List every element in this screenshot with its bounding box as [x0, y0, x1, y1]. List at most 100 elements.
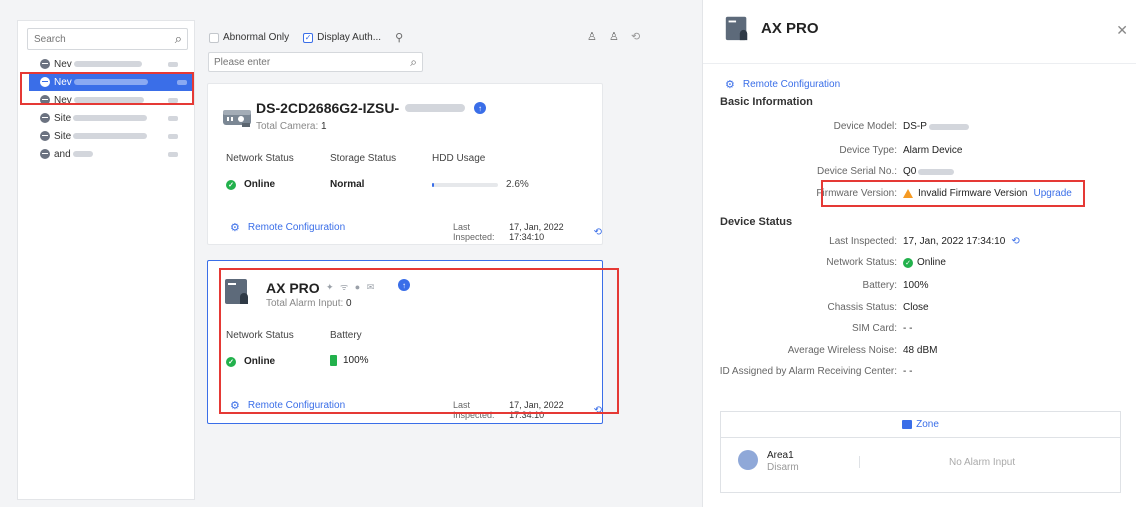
alarm-hub-icon	[225, 279, 248, 304]
network-status-label: Network Status	[226, 153, 294, 164]
check-circle-icon: ✓	[226, 356, 236, 367]
site-list: Nev Nev Nev Site Site and	[18, 55, 194, 163]
check-circle-icon: ✓	[903, 257, 913, 268]
serial-row: Device Serial No.: Q0	[703, 166, 955, 177]
network-status-value: ✓ Online	[226, 179, 275, 190]
site-item[interactable]: and	[18, 145, 194, 163]
upgrade-icon[interactable]: ↑	[398, 279, 410, 291]
site-item-selected[interactable]: Nev	[29, 73, 192, 91]
redacted-text	[918, 169, 955, 175]
area-icon	[738, 450, 758, 470]
alarm-hub-icon	[725, 16, 748, 41]
last-inspected-row: Last Inspected: 17, Jan, 2022 17:34:10 ⟲	[829, 236, 1020, 247]
site-item-label: Site	[54, 112, 72, 124]
battery-value: 100%	[330, 355, 369, 366]
site-item[interactable]: Site	[18, 127, 194, 145]
gear-icon: ⚙	[230, 400, 240, 412]
site-item-count	[168, 116, 178, 121]
refresh-icon[interactable]: ⟲	[631, 30, 640, 43]
globe-icon	[40, 59, 50, 69]
site-item[interactable]: Site	[18, 109, 194, 127]
globe-icon	[40, 95, 50, 105]
alarm-device-card[interactable]: AX PRO ✦ ᯤ ● ✉ ↑ Total Alarm Input: 0 Ne…	[207, 260, 603, 424]
total-camera: Total Camera: 1	[256, 121, 327, 132]
zone-icon	[902, 420, 913, 429]
sim-row: SIM Card: - -	[851, 323, 913, 334]
site-item-count	[168, 134, 178, 139]
users-icon[interactable]: ♙	[609, 30, 619, 43]
display-auth-checkbox[interactable]: ✓	[303, 32, 314, 43]
device-title: AX PRO	[266, 280, 320, 296]
last-inspected: Last Inspected: 17, Jan, 2022 17:34:10 ⟲	[453, 400, 602, 420]
search-icon[interactable]: ⌕	[410, 55, 417, 70]
filter-row: Abnormal Only ✓ Display Auth... ⚲	[209, 31, 403, 44]
site-panel: ⌕ Nev Nev Nev Site Site	[17, 20, 195, 500]
device-search-box[interactable]: ⌕	[208, 52, 423, 72]
battery-icon	[330, 355, 337, 366]
zone-tab[interactable]: Zone	[721, 412, 1120, 438]
status-icons: ✦ ᯤ ● ✉	[326, 282, 377, 292]
globe-icon	[40, 131, 50, 141]
site-item-count	[177, 80, 187, 85]
globe-icon	[40, 77, 50, 87]
remote-config-link[interactable]: ⚙ Remote Configuration	[725, 78, 840, 91]
gear-icon: ⚙	[230, 222, 240, 234]
firmware-row: Firmware Version: Invalid Firmware Versio…	[816, 188, 1072, 199]
globe-icon	[40, 113, 50, 123]
redacted-text	[73, 97, 144, 103]
chassis-row: Chassis Status: Close	[827, 302, 929, 313]
refresh-icon[interactable]: ⟲	[594, 227, 602, 238]
camera-device-card[interactable]: DS-2CD2686G2-IZSU- ↑ Total Camera: 1 Net…	[207, 83, 603, 245]
storage-status-label: Storage Status	[330, 153, 397, 164]
site-search-box[interactable]: ⌕	[27, 28, 188, 50]
storage-status-value: Normal	[330, 179, 365, 190]
device-detail-panel: AX PRO ✕ ⚙ Remote Configuration Basic Inf…	[702, 0, 1136, 507]
redacted-text	[73, 79, 148, 85]
zone-panel: Zone Area1 Disarm No Alarm Input	[720, 411, 1121, 493]
redacted-text	[72, 151, 93, 157]
network-status-row: Network Status: ✓ Online	[826, 257, 946, 268]
redacted-text	[73, 61, 142, 67]
site-search-input[interactable]	[28, 29, 158, 49]
site-item-label: Nev	[54, 94, 72, 106]
detail-title: AX PRO	[761, 20, 819, 37]
device-search-input[interactable]	[209, 53, 399, 71]
battery-row: Battery: 100%	[862, 280, 929, 291]
device-model-row: Device Model: DS-P	[703, 121, 969, 132]
refresh-icon[interactable]: ⟲	[1011, 236, 1019, 247]
redacted-text	[928, 124, 969, 130]
site-item[interactable]: Nev	[18, 91, 194, 109]
key-search-icon[interactable]: ⚲	[395, 31, 403, 44]
user-icon[interactable]: ♙	[587, 30, 597, 43]
arc-id-row: ID Assigned by Alarm Receiving Center: - …	[719, 366, 913, 377]
noise-row: Average Wireless Noise: 48 dBM	[787, 345, 938, 356]
device-title: DS-2CD2686G2-IZSU-	[256, 100, 400, 116]
total-alarm-input: Total Alarm Input: 0	[266, 298, 352, 309]
site-item-count	[168, 98, 178, 103]
display-auth-filter[interactable]: ✓ Display Auth...	[303, 32, 381, 43]
hdd-usage-bar	[432, 183, 498, 187]
remote-config-link[interactable]: ⚙ Remote Configuration	[230, 399, 345, 412]
device-type-row: Device Type: Alarm Device	[839, 145, 963, 156]
abnormal-only-filter[interactable]: Abnormal Only	[209, 32, 289, 43]
search-icon[interactable]: ⌕	[175, 32, 182, 46]
nvr-device-icon	[223, 110, 251, 127]
upgrade-icon[interactable]: ↑	[474, 102, 486, 114]
area-state: Disarm	[767, 462, 799, 473]
refresh-icon[interactable]: ⟲	[594, 405, 602, 416]
no-alarm-input: No Alarm Input	[949, 457, 1016, 468]
network-status-value: ✓ Online	[226, 356, 275, 367]
battery-label: Battery	[330, 330, 362, 341]
detail-header: AX PRO ✕	[703, 0, 1136, 64]
device-list-panel: Abnormal Only ✓ Display Auth... ⚲ ♙ ♙ ⟲ …	[195, 0, 702, 507]
upgrade-link[interactable]: Upgrade	[1033, 188, 1071, 199]
site-item-count	[168, 62, 178, 67]
hdd-usage-label: HDD Usage	[432, 153, 486, 164]
site-item[interactable]: Nev	[18, 55, 194, 73]
site-item-label: and	[54, 148, 71, 160]
site-item-label: Nev	[54, 58, 72, 70]
remote-config-link[interactable]: ⚙ Remote Configuration	[230, 221, 345, 234]
abnormal-only-checkbox[interactable]	[209, 32, 219, 43]
abnormal-only-label: Abnormal Only	[223, 32, 290, 43]
close-icon[interactable]: ✕	[1116, 22, 1128, 39]
